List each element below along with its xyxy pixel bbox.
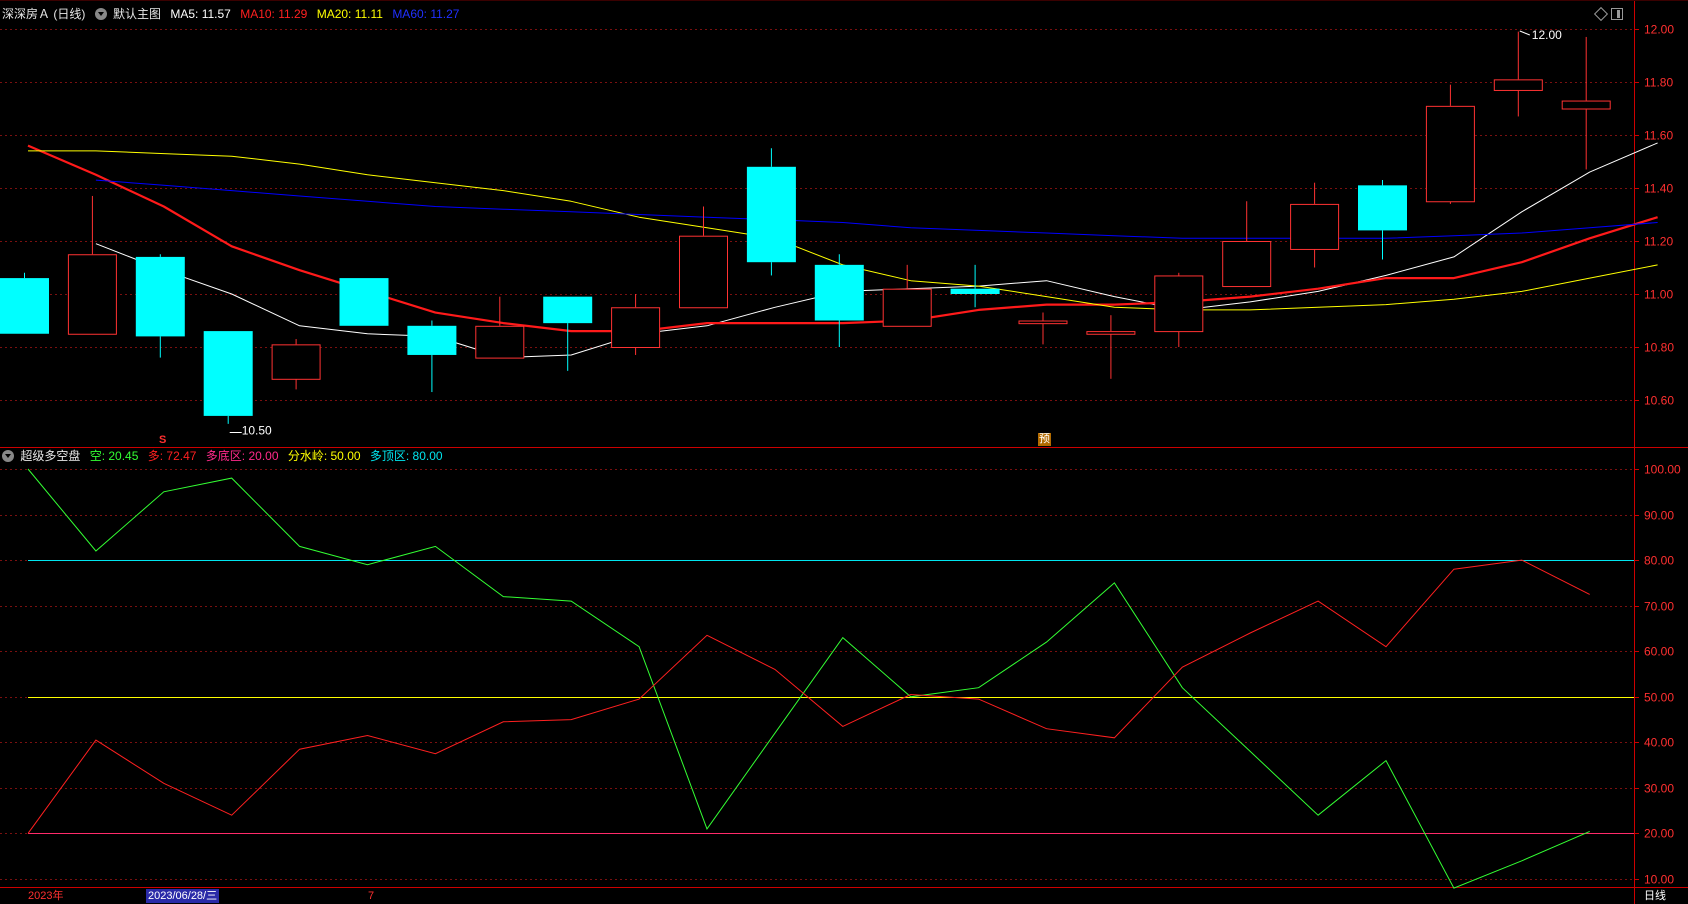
indicator-tick-label: 80.00 [1644, 554, 1674, 568]
template-label[interactable]: 默认主图 [113, 7, 161, 21]
panel-toggle-icon[interactable] [1611, 8, 1623, 20]
candle [67, 195, 117, 335]
candle [679, 206, 728, 309]
extreme-annotation: 10.50 [229, 424, 272, 438]
indicator-tick-label: 30.00 [1644, 782, 1674, 796]
candle [1222, 201, 1272, 288]
candle [271, 339, 321, 390]
candle-body [543, 296, 593, 324]
indicator-tick-label: 60.00 [1644, 645, 1674, 659]
month-label: 7 [368, 890, 375, 902]
candle [814, 254, 864, 347]
year-label: 2023年 [28, 890, 64, 902]
candle-body [1018, 320, 1068, 325]
candle-body [135, 256, 185, 337]
candle-body [475, 325, 525, 359]
candle-body [814, 264, 864, 321]
ma5-label: MA5: 11.57 [170, 7, 231, 21]
main-chart-header: 深深房Ａ (日线) 默认主图 MA5: 11.57 MA10: 11.29 MA… [2, 5, 465, 23]
candle-body [67, 254, 117, 335]
candle-body [1222, 241, 1272, 288]
candle-body [611, 307, 661, 348]
price-tick-label: 12.00 [1644, 23, 1674, 37]
indicator-tick-label: 100.00 [1644, 463, 1681, 477]
indicator-tick-label: 40.00 [1644, 736, 1674, 750]
kong-label: 空: 20.45 [89, 449, 139, 463]
indicator-dropdown-icon[interactable] [2, 450, 14, 462]
indicator-tick-label: 70.00 [1644, 600, 1674, 614]
price-tick-label: 11.80 [1644, 76, 1673, 90]
candle-body [1358, 185, 1407, 231]
candle-body [339, 278, 389, 326]
candle-body [746, 166, 796, 263]
price-tick-label: 11.00 [1644, 288, 1673, 302]
watershed-label: 分水岭: 50.00 [287, 449, 361, 463]
candle-body [0, 278, 49, 334]
price-tick-label: 11.60 [1644, 129, 1673, 143]
candle-body [203, 331, 253, 416]
kong-series-line [27, 468, 1590, 889]
candle [1018, 312, 1068, 345]
period-button[interactable]: 日线 [1644, 889, 1666, 903]
candle [203, 331, 253, 424]
annotation-label: 12.00 [1532, 28, 1562, 42]
candle-body [1290, 203, 1340, 250]
indicator-tick-label: 90.00 [1644, 509, 1674, 523]
s-marker: S [159, 434, 167, 446]
bottom-zone-label: 多底区: 20.00 [205, 449, 279, 463]
indicator-header: 超级多空盘 空: 20.45 多: 72.47 多底区: 20.00 分水岭: … [2, 447, 449, 465]
yu-marker: 预 [1038, 433, 1051, 446]
candle [950, 264, 1000, 308]
candle [0, 272, 49, 334]
candle-body [271, 344, 321, 380]
candle [1086, 315, 1136, 379]
price-tick-label: 11.20 [1644, 235, 1673, 249]
candle [882, 264, 932, 327]
ma10-label: MA10: 11.29 [240, 7, 308, 21]
stock-chart-window: 12.00 11.80 11.60 11.40 11.20 11.00 10.80 10.60… [0, 0, 1688, 904]
candle [475, 296, 525, 359]
indicator-tick-label: 10.00 [1644, 873, 1674, 887]
candle [407, 320, 457, 393]
candle-body [1561, 100, 1611, 110]
candle-body [1425, 105, 1475, 203]
candle-body [1493, 79, 1543, 91]
candle-body [679, 235, 728, 309]
candle [746, 148, 796, 276]
price-tick-label: 10.80 [1644, 341, 1674, 355]
price-tick-label: 10.60 [1644, 394, 1674, 408]
candle-body [407, 325, 457, 355]
candle [1493, 31, 1543, 117]
ma5-line [95, 142, 1658, 359]
duo-label: 多: 72.47 [147, 449, 197, 463]
annotation-label: 10.50 [242, 424, 272, 438]
extreme-annotation: 12.00 [1519, 28, 1562, 42]
candle [543, 296, 593, 371]
annotation-pointer [1519, 30, 1530, 36]
candle [1154, 272, 1204, 347]
ma20-label: MA20: 11.11 [316, 7, 383, 21]
cursor-date-label: 2023/06/28/三 [146, 889, 220, 903]
ma60-label: MA60: 11.27 [392, 7, 460, 21]
stock-title[interactable]: 深深房Ａ (日线) [2, 7, 85, 21]
template-dropdown-icon[interactable] [94, 8, 107, 20]
candle [1358, 180, 1407, 260]
candle-body [950, 288, 1000, 294]
candle [1290, 182, 1340, 268]
indicator-name[interactable]: 超级多空盘 [20, 449, 80, 463]
indicator-tick-label: 20.00 [1644, 827, 1674, 841]
duo-series-line [27, 559, 1590, 834]
candle [1561, 36, 1611, 170]
candle [339, 278, 389, 326]
candle [135, 254, 185, 358]
candle [611, 294, 661, 355]
candle [1425, 84, 1475, 204]
time-axis-bar [0, 887, 1688, 904]
candle-body [882, 288, 932, 327]
candle-body [1086, 331, 1136, 335]
top-zone-label: 多顶区: 80.00 [369, 449, 443, 463]
indicator-tick-label: 50.00 [1644, 691, 1674, 705]
price-tick-label: 11.40 [1644, 182, 1673, 196]
candle-body [1154, 275, 1204, 333]
